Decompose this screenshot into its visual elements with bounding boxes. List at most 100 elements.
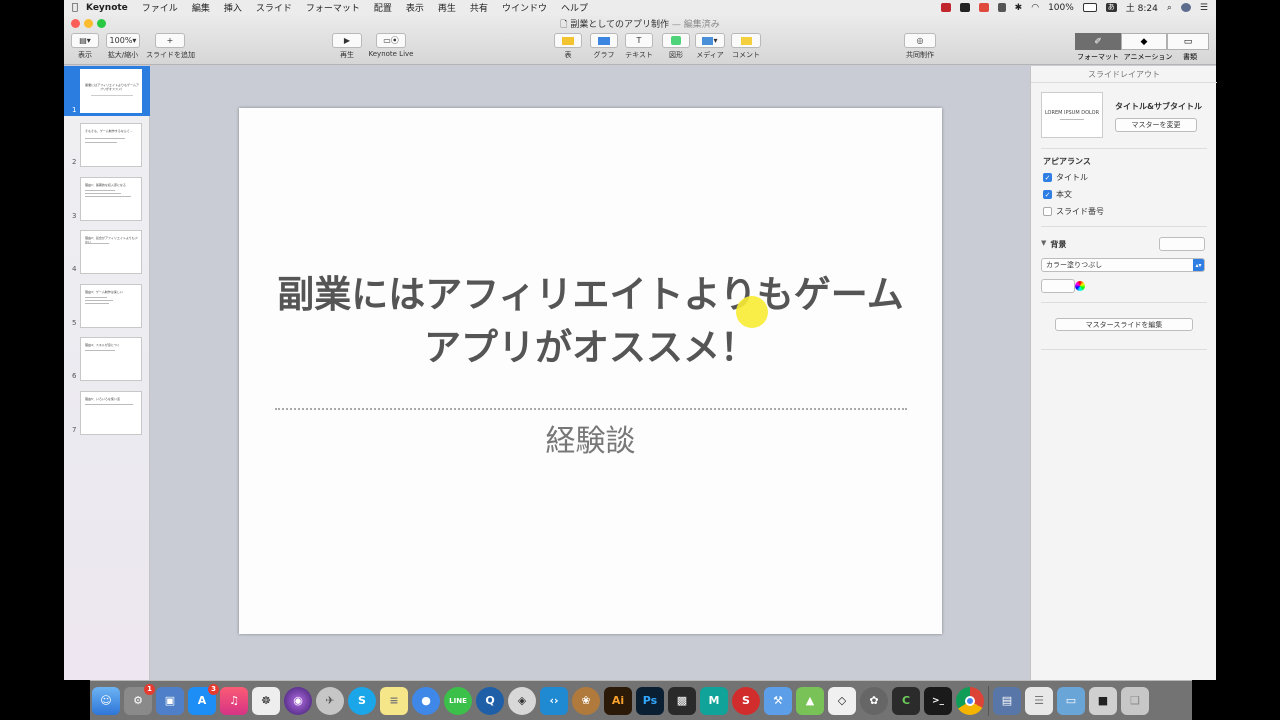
slide-number-checkbox-row[interactable]: スライド番号: [1043, 206, 1104, 217]
collaborate-icon[interactable]: ◎: [904, 33, 936, 48]
document-name[interactable]: 副業としてのアプリ制作: [570, 20, 669, 30]
siri-icon[interactable]: ◉: [284, 686, 312, 715]
battery-percent[interactable]: 100%: [1048, 3, 1074, 13]
battery-icon[interactable]: [1082, 3, 1097, 12]
siri-icon[interactable]: [1180, 3, 1191, 12]
kindle-icon[interactable]: ☸: [252, 686, 280, 715]
slide-subtitle[interactable]: 経験談: [239, 416, 942, 460]
select-arrows-icon[interactable]: ▴▾: [1193, 259, 1204, 271]
menu-slide[interactable]: スライド: [256, 1, 292, 14]
checkmark-icon[interactable]: ✓: [1043, 190, 1052, 199]
animate-tab-icon[interactable]: ◆: [1121, 33, 1167, 50]
collaborate-tool[interactable]: ◎ 共同制作: [902, 33, 938, 60]
line-icon[interactable]: LINE: [444, 686, 472, 715]
spotlight-icon[interactable]: ⌕: [1167, 3, 1172, 13]
menu-format[interactable]: フォーマット: [306, 1, 360, 14]
photo-booth-icon[interactable]: ✿: [860, 686, 888, 715]
finder-icon[interactable]: ☺: [92, 686, 120, 715]
checkbox-empty-icon[interactable]: [1043, 207, 1052, 216]
system-preferences-icon[interactable]: ⚙ 1: [124, 683, 155, 715]
menu-arrange[interactable]: 配置: [374, 1, 392, 14]
xcode-icon[interactable]: ⚒: [764, 686, 792, 715]
view-tool[interactable]: ▤▾ 表示: [70, 33, 100, 60]
shape-icon[interactable]: [662, 33, 690, 48]
unity-icon[interactable]: ◇: [828, 686, 856, 715]
background-color-well[interactable]: [1159, 237, 1205, 251]
fill-type-select[interactable]: カラー塗りつぶし ▴▾: [1041, 258, 1205, 272]
scrivener-icon[interactable]: S: [732, 686, 760, 715]
menu-app-name[interactable]: Keynote: [86, 3, 128, 13]
keynote-live-icon[interactable]: ▭⦿: [376, 33, 406, 48]
menu-help[interactable]: ヘルプ: [561, 1, 588, 14]
menu-view[interactable]: 表示: [406, 1, 424, 14]
bluetooth-icon[interactable]: ✱: [1015, 3, 1023, 13]
checkmark-icon[interactable]: ✓: [1043, 173, 1052, 182]
slide-thumbnail-6[interactable]: 6 理由4：スキルが身につく: [64, 334, 150, 382]
menu-play[interactable]: 再生: [438, 1, 456, 14]
skype-icon[interactable]: S: [348, 686, 376, 715]
play-tool[interactable]: ▶ 再生: [330, 33, 364, 60]
title-checkbox-row[interactable]: ✓ タイトル: [1043, 172, 1088, 183]
chrome-icon[interactable]: [956, 686, 984, 715]
slide-thumbnail-5[interactable]: 5 理由3：ゲーム制作は楽しい: [64, 281, 150, 329]
keynote-live-tool[interactable]: ▭⦿ Keynote Live: [366, 33, 416, 58]
background-section-header[interactable]: ▼ 背景: [1041, 239, 1066, 250]
trash-icon[interactable]: ❑: [1121, 686, 1149, 715]
illustrator-icon[interactable]: Ai: [604, 686, 632, 715]
disclosure-triangle-icon[interactable]: ▼: [1041, 239, 1046, 250]
android-studio-icon[interactable]: ▲: [796, 686, 824, 715]
screen-recording-icon[interactable]: ■: [1089, 686, 1117, 715]
text-icon[interactable]: T: [625, 33, 653, 48]
final-cut-pro-icon[interactable]: ▩: [668, 686, 696, 715]
edit-master-slide-button[interactable]: マスタースライドを編集: [1055, 318, 1193, 331]
chart-tool[interactable]: グラフ: [588, 33, 620, 60]
unity-hub-icon[interactable]: ◈: [508, 686, 536, 715]
visual-studio-code-icon[interactable]: ‹›: [540, 686, 568, 715]
quicktime-icon[interactable]: Q: [476, 686, 504, 715]
animal-app-icon[interactable]: ❀: [572, 686, 600, 715]
itunes-icon[interactable]: ♫: [220, 686, 248, 715]
menu-file[interactable]: ファイル: [142, 1, 178, 14]
slide-thumbnail-1[interactable]: 1 副業にはアフィリエイトよりもゲームアプリがオススメ！: [64, 66, 150, 116]
menu-insert[interactable]: 挿入: [224, 1, 242, 14]
media-tool[interactable]: ▾ メディア: [694, 33, 726, 60]
stickies-icon[interactable]: ≡: [380, 686, 408, 715]
app-store-icon[interactable]: A3: [188, 683, 219, 715]
medibang-icon[interactable]: M: [700, 686, 728, 715]
slide-canvas[interactable]: 副業にはアフィリエイトよりもゲームアプリがオススメ！ 経験談: [239, 108, 942, 634]
documents-folder-icon[interactable]: ▤: [993, 686, 1021, 715]
app-status-icon[interactable]: [978, 3, 989, 12]
menu-clock[interactable]: 土 8:24: [1126, 1, 1158, 14]
comment-tool[interactable]: コメント: [728, 33, 764, 60]
input-mode-indicator[interactable]: あ: [1105, 3, 1117, 12]
zoom-popup[interactable]: 100% ▾: [106, 33, 140, 48]
launchpad-icon[interactable]: ✈: [316, 686, 344, 715]
maps-icon[interactable]: ●: [412, 686, 440, 715]
change-master-button[interactable]: マスターを変更: [1115, 118, 1197, 132]
keynote-icon[interactable]: ▭: [1057, 686, 1085, 715]
slide-thumbnail-7[interactable]: 7 理由5：いろいろな使い道: [64, 388, 150, 436]
line-menu-icon[interactable]: [959, 3, 970, 12]
downloads-stack-icon[interactable]: ☰: [1025, 686, 1053, 715]
shape-tool[interactable]: 図形: [661, 33, 691, 60]
apple-menu-icon[interactable]: : [64, 2, 86, 13]
menu-edit[interactable]: 編集: [192, 1, 210, 14]
slide-title[interactable]: 副業にはアフィリエイトよりもゲームアプリがオススメ！: [269, 268, 912, 374]
photoshop-icon[interactable]: Ps: [636, 686, 664, 715]
body-checkbox-row[interactable]: ✓ 本文: [1043, 189, 1072, 200]
document-tab-icon[interactable]: ▭: [1167, 33, 1209, 50]
table-icon[interactable]: [554, 33, 582, 48]
format-tab-icon[interactable]: ✐: [1075, 33, 1121, 50]
table-tool[interactable]: 表: [553, 33, 583, 60]
comment-icon[interactable]: [731, 33, 761, 48]
menu-window[interactable]: ウインドウ: [502, 1, 547, 14]
cleanmymac-icon[interactable]: C: [892, 686, 920, 715]
text-tool[interactable]: T テキスト: [622, 33, 656, 60]
play-icon[interactable]: ▶: [332, 33, 362, 48]
menu-share[interactable]: 共有: [470, 1, 488, 14]
dropbox-icon[interactable]: [997, 3, 1006, 12]
layout-preview[interactable]: LOREM IPSUM DOLOR: [1041, 92, 1103, 138]
plus-icon[interactable]: +: [155, 33, 185, 48]
color-wheel-icon[interactable]: [1075, 281, 1085, 291]
slide-thumbnail-4[interactable]: 4 理由2：競合がアフィリエイトよりも少ない: [64, 227, 150, 275]
